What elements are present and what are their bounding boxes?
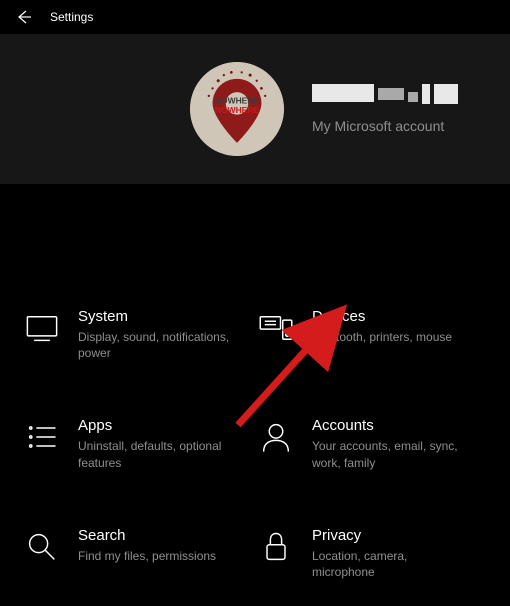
settings-tiles: System Display, sound, notifications, po… — [0, 264, 510, 600]
tile-system[interactable]: System Display, sound, notifications, po… — [24, 308, 252, 361]
tile-title: System — [78, 308, 238, 325]
tile-accounts[interactable]: Accounts Your accounts, email, sync, wor… — [258, 417, 486, 470]
tile-apps[interactable]: Apps Uninstall, defaults, optional featu… — [24, 417, 252, 470]
privacy-icon — [258, 529, 294, 565]
tile-title: Search — [78, 527, 216, 544]
search-icon — [24, 529, 60, 565]
tile-desc: Location, camera, microphone — [312, 548, 472, 580]
tile-desc: Find my files, permissions — [78, 548, 216, 564]
tile-desc: Display, sound, notifications, power — [78, 329, 238, 361]
tile-title: Accounts — [312, 417, 472, 434]
svg-text:NOWHERE: NOWHERE — [215, 105, 260, 115]
arrow-left-icon — [16, 9, 32, 25]
apps-icon — [24, 419, 60, 455]
tile-search[interactable]: Search Find my files, permissions — [24, 527, 252, 580]
accounts-icon — [258, 419, 294, 455]
system-icon — [24, 310, 60, 346]
tile-title: Apps — [78, 417, 238, 434]
microsoft-account-link[interactable]: My Microsoft account — [312, 118, 458, 134]
tile-desc: Uninstall, defaults, optional features — [78, 438, 238, 470]
tile-title: Devices — [312, 308, 452, 325]
tile-privacy[interactable]: Privacy Location, camera, microphone — [258, 527, 486, 580]
titlebar: Settings — [0, 0, 510, 34]
tile-devices[interactable]: Devices Bluetooth, printers, mouse — [258, 308, 486, 361]
tile-desc: Bluetooth, printers, mouse — [312, 329, 452, 345]
avatar[interactable]: NOWHERE NOWHERE — [190, 62, 284, 156]
user-meta: My Microsoft account — [312, 84, 458, 134]
spacer — [0, 184, 510, 264]
window-title: Settings — [50, 10, 93, 24]
back-button[interactable] — [8, 1, 40, 33]
account-header: NOWHERE NOWHERE My Microsoft account — [0, 34, 510, 184]
tile-title: Privacy — [312, 527, 472, 544]
devices-icon — [258, 310, 294, 346]
tile-desc: Your accounts, email, sync, work, family — [312, 438, 472, 470]
avatar-image: NOWHERE NOWHERE — [190, 62, 284, 156]
user-display-name — [312, 84, 458, 104]
